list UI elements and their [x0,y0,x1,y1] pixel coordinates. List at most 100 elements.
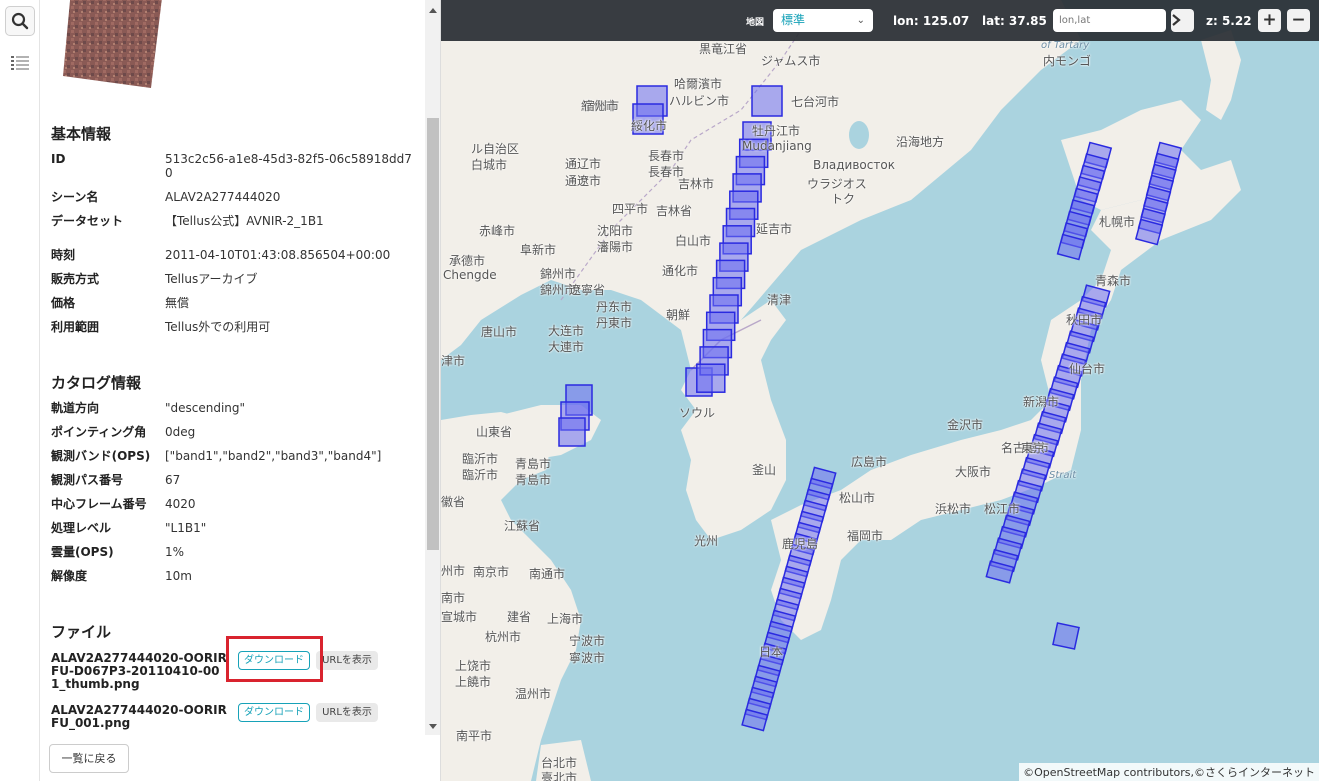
scroll-up-arrow-icon[interactable] [429,8,437,13]
row-key: ポインティング角 [51,425,147,439]
scene-detail-panel: 基本情報 ID 513c2c56-a1e8-45d3-82f5-06c58918… [41,0,441,781]
map-place-label: 七台河市 [791,95,840,109]
row-value: 1% [165,545,185,559]
row-value: Tellusアーカイブ [165,272,258,286]
map-place-label: 哈爾濱市 [674,77,723,91]
map-place-label: 青島市 [515,473,552,487]
file-name: ALAV2A277444020-OORIRFU-D067P3-20110410-… [51,651,227,691]
map-place-label: 鹿児島 [782,537,819,551]
search-button[interactable] [5,6,35,36]
map-place-label: 南通市 [529,567,566,581]
map-place-label: 広島市 [851,455,888,469]
row-value: 無償 [165,296,190,310]
panel-scrollbar[interactable] [425,0,440,735]
map-place-label: 建省 [507,610,532,624]
row-key: 価格 [51,296,76,310]
map-place-label: 杭州市 [485,630,522,644]
row-key: 時刻 [51,248,76,262]
back-to-list-button[interactable]: 一覧に戻る [49,744,129,773]
map-place-label: 臺北市 [541,771,578,781]
scene-footprint [696,363,726,393]
map-place-label: ハルビン市 [669,94,730,108]
map-place-label: 宁波市 [569,634,606,648]
row-value: 0deg [165,425,196,439]
map-attribution: ©OpenStreetMap contributors,©さくらインターネット [1019,763,1319,781]
map-place-label: 長春市 [648,149,685,163]
map-toolbar: 地図 標準 ⌄ lon: 125.07 lat: 37.85 lon,lat z… [441,0,1319,41]
map-place-label: 州市 [441,564,466,578]
map-place-label: 津市 [441,354,466,368]
map-place-label: 松山市 [839,491,876,505]
chevron-right-icon [1172,14,1181,26]
row-key: 販売方式 [51,272,100,286]
map-place-label: 札幌市 [1099,215,1136,229]
map-place-label: 宿州市 [583,99,620,113]
map-place-label: 遼寧省 [569,283,606,297]
download-button[interactable]: ダウンロード [238,703,310,722]
map-place-label: Mudanjiang [742,139,812,153]
highlight-box [226,636,323,682]
map-place-label: Strait [1049,470,1077,481]
row-key: 観測パス番号 [51,473,124,487]
map-place-label: 光州 [694,534,719,548]
coordinate-input[interactable]: lon,lat [1053,9,1166,32]
map-place-label: 東京 [1021,441,1046,455]
map-place-label: 通化市 [662,264,699,278]
map-place-label: 南京市 [473,565,510,579]
map-place-label: 上海市 [547,612,584,626]
map-place-label: 徽省 [441,495,466,509]
map-place-label: 上饶市 [455,659,492,673]
map-place-label: 南平市 [456,729,493,743]
zoom-out-button[interactable]: − [1287,9,1310,32]
map-place-label: 青森市 [1095,274,1132,288]
map-place-label: 沈阳市 [597,224,634,238]
show-url-button[interactable]: URLを表示 [316,703,378,722]
map-place-label: トク [831,192,856,206]
list-view-button[interactable] [5,48,35,78]
map-place-label: 新潟市 [1023,395,1060,409]
chevron-down-icon: ⌄ [856,15,865,26]
row-value: 10m [165,569,192,583]
row-key: 中心フレーム番号 [51,497,147,511]
map-place-label: 山東省 [476,425,513,439]
scroll-thumb[interactable] [427,118,439,550]
map-place-label: of Tartary [1041,40,1090,51]
map-place-label: 青島市 [515,457,552,471]
row-key: データセット [51,214,124,228]
map-place-label: 綏化市 [631,119,668,133]
map-place-label: 寧波市 [569,651,606,665]
files-title: ファイル [51,623,112,641]
map-place-label: 仙台市 [1069,362,1106,376]
map-place-label: 赤峰市 [479,224,516,238]
map-place-label: 福岡市 [847,529,884,543]
longitude-readout: lon: 125.07 [893,14,970,28]
go-to-coordinate-button[interactable] [1171,9,1194,32]
scroll-down-arrow-icon[interactable] [429,724,437,729]
map-place-label: 上饒市 [455,675,492,689]
map-place-label: 金沢市 [947,418,984,432]
map-place-label: 南市 [441,591,466,605]
map-place-label: 朝鮮 [666,308,691,322]
map-view[interactable]: 黒竜江省 ジャムス市 哈爾濱市 ハルビン市 七台河市 綏化市 綏化市 牡丹江市 Mudanjia… [441,0,1319,781]
map-place-label: 日本 [759,645,784,659]
map-place-label: Chengde [443,268,497,282]
map-place-label: 白城市 [471,158,508,172]
row-key: 利用範囲 [51,320,100,334]
map-place-label: 浜松市 [935,502,972,516]
zoom-in-button[interactable]: + [1258,9,1281,32]
row-key: 観測バンド(OPS) [51,449,151,463]
show-url-button[interactable]: URLを表示 [316,651,378,670]
map-place-label: 宣城市 [441,610,478,624]
layer-select[interactable]: 標準 ⌄ [773,9,873,32]
map-place-label: 大連市 [548,340,585,354]
map-place-label: 釜山 [752,463,777,477]
map-place-label: 大连市 [548,324,585,338]
file-name: ALAV2A277444020-OORIRFU_001.png [51,703,227,730]
row-value: Tellus外での利用可 [165,320,271,334]
row-value: 2011-04-10T01:43:08.856504+00:00 [165,248,391,262]
map-place-label: ジャムス市 [761,54,821,68]
row-value: "L1B1" [165,521,207,535]
scene-thumbnail [63,0,162,88]
row-key: ID [51,152,66,166]
map-place-label: 延吉市 [756,222,793,236]
